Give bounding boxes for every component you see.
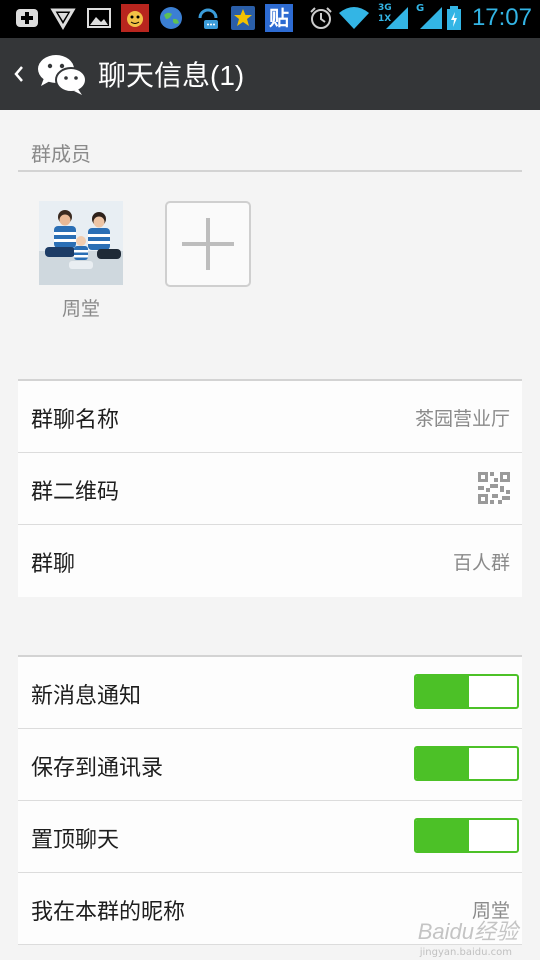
row-label: 新消息通知 <box>31 684 142 709</box>
image-icon <box>87 8 111 28</box>
globe-icon <box>160 7 182 29</box>
row-label: 置顶聊天 <box>31 828 120 853</box>
wechat-icon[interactable] <box>36 52 88 96</box>
shield-icon <box>50 8 76 30</box>
plus-icon <box>182 218 234 270</box>
add-member-button[interactable] <box>165 201 251 287</box>
watermark-logo: Baidu经验 <box>417 919 518 944</box>
row-save-to-contacts[interactable]: 保存到通讯录 <box>18 729 522 801</box>
add-icon <box>16 9 38 27</box>
mascot-icon <box>121 4 149 32</box>
row-label: 群聊名称 <box>31 408 120 433</box>
section-divider <box>18 170 522 172</box>
row-label: 群聊 <box>31 552 76 577</box>
toggle-on-fill <box>416 820 469 851</box>
row-label: 我在本群的昵称 <box>31 900 186 925</box>
status-bar: 贴 3G 1X G 17:07 <box>0 0 540 38</box>
battery-icon <box>447 6 461 30</box>
row-label: 保存到通讯录 <box>31 756 164 781</box>
star-icon <box>231 6 255 30</box>
wifi-icon <box>339 7 369 29</box>
clock-time: 17:07 <box>471 4 532 31</box>
row-label: 群二维码 <box>31 480 120 505</box>
signal-icon <box>386 7 408 29</box>
title-bar: 聊天信息(1) <box>0 38 540 110</box>
row-group-name[interactable]: 群聊名称 茶园营业厅 <box>18 381 522 453</box>
toggle-on-fill <box>416 748 469 779</box>
watermark-url: jingyan.baidu.com <box>419 947 512 958</box>
group-type-value: 百人群 <box>452 552 510 574</box>
qr-code-icon <box>478 472 510 504</box>
tieba-icon: 贴 <box>265 4 293 32</box>
row-group-type[interactable]: 群聊 百人群 <box>18 525 522 597</box>
row-group-qr[interactable]: 群二维码 <box>18 453 522 525</box>
back-icon[interactable] <box>12 62 26 86</box>
save-contacts-toggle[interactable] <box>414 746 519 781</box>
row-new-message-notify[interactable]: 新消息通知 <box>18 657 522 729</box>
member-name: 周堂 <box>61 298 100 320</box>
group-name-value: 茶园营业厅 <box>414 408 510 430</box>
notify-toggle[interactable] <box>414 674 519 709</box>
signal-icon-2 <box>420 7 442 29</box>
page-title: 聊天信息(1) <box>98 60 245 91</box>
avatar[interactable] <box>39 201 123 285</box>
row-pin-chat[interactable]: 置顶聊天 <box>18 801 522 873</box>
chat-icon <box>198 8 218 29</box>
alarm-icon <box>310 7 332 29</box>
members-section-label: 群成员 <box>31 142 91 166</box>
toggle-on-fill <box>416 676 469 707</box>
member-item[interactable]: 周堂 <box>39 201 123 320</box>
pin-chat-toggle[interactable] <box>414 818 519 853</box>
